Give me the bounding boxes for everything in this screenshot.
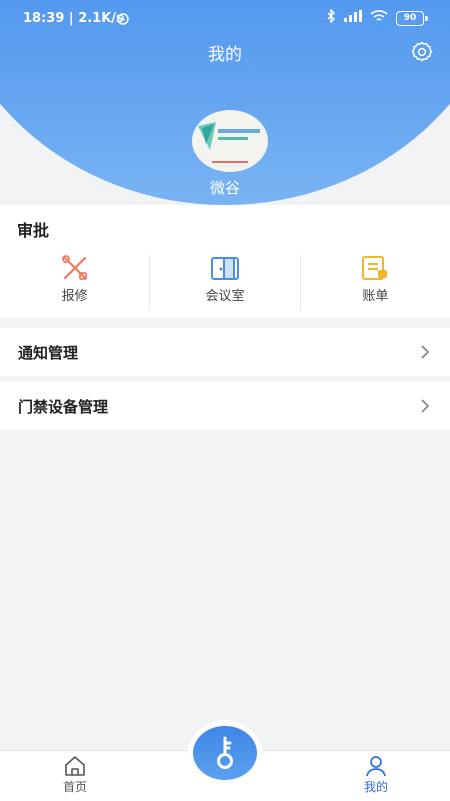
wifi-icon bbox=[370, 9, 388, 27]
status-time: 18:39 | 2.1K/s bbox=[23, 11, 124, 26]
clock-text: 18:39 bbox=[23, 11, 65, 26]
unlock-key-button[interactable] bbox=[193, 726, 257, 780]
approval-item-label: 会议室 bbox=[205, 289, 245, 304]
avatar[interactable] bbox=[192, 110, 268, 172]
battery-level: 90 bbox=[403, 12, 417, 23]
wego-logo-icon bbox=[198, 122, 260, 163]
person-icon bbox=[331, 755, 421, 777]
home-icon bbox=[30, 755, 120, 777]
tab-home[interactable]: 首页 bbox=[30, 751, 120, 801]
page-title: 我的 bbox=[208, 45, 242, 65]
battery-icon: 90 bbox=[396, 10, 428, 26]
approval-title: 审批 bbox=[17, 221, 50, 240]
menu-item-label: 通知管理 bbox=[18, 344, 79, 362]
approval-item-bill[interactable]: 账单 bbox=[299, 255, 450, 310]
tab-label: 我的 bbox=[363, 780, 388, 794]
approval-item-meeting-room[interactable]: 会议室 bbox=[149, 255, 299, 310]
menu-item-access-device-management[interactable]: 门禁设备管理 bbox=[0, 382, 450, 430]
menu-item-notification-management[interactable]: 通知管理 bbox=[0, 328, 450, 376]
signal-icon bbox=[344, 10, 362, 26]
status-icons: 90 bbox=[326, 8, 428, 27]
bluetooth-icon bbox=[326, 8, 336, 27]
chevron-right-icon bbox=[420, 398, 430, 418]
door-icon bbox=[150, 255, 299, 281]
status-bar: 18:39 | 2.1K/s 90 bbox=[0, 0, 450, 40]
approval-section: 审批 报修 会议室 账单 bbox=[0, 205, 450, 318]
bill-icon bbox=[301, 255, 450, 281]
username: 微谷 bbox=[209, 179, 240, 197]
key-icon bbox=[193, 736, 257, 784]
tab-label: 首页 bbox=[62, 780, 87, 794]
tab-mine[interactable]: 我的 bbox=[331, 751, 421, 801]
approval-items: 报修 会议室 账单 bbox=[0, 255, 450, 310]
chevron-right-icon bbox=[420, 344, 430, 364]
settings-gear-icon[interactable] bbox=[410, 40, 434, 64]
menu-item-label: 门禁设备管理 bbox=[18, 398, 109, 416]
approval-item-label: 报修 bbox=[61, 289, 88, 304]
approval-item-label: 账单 bbox=[362, 289, 389, 304]
profile-header: 18:39 | 2.1K/s 90 我的 微谷 bbox=[0, 0, 450, 205]
approval-item-repair[interactable]: 报修 bbox=[0, 255, 149, 310]
wrench-screwdriver-icon bbox=[0, 255, 149, 281]
alarm-icon bbox=[116, 11, 130, 29]
